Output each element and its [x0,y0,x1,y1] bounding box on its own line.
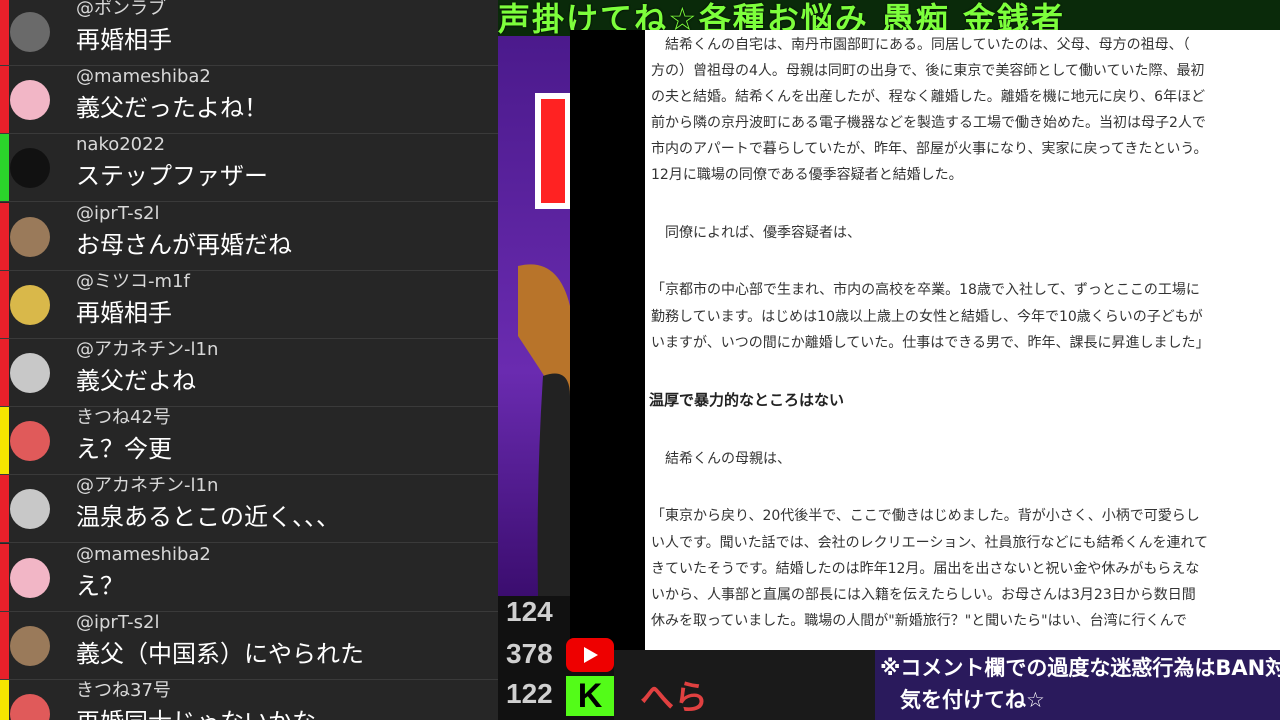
article-line: きていたそうです。結婚したのは昨年12月。届出を出さないと祝い金や休みがもらえな [651,561,1200,577]
chat-message-text: 温泉あるとこの近く、、、 [76,503,340,532]
article-line: 同僚によれば、優季容疑者は、 [665,225,861,241]
chat-message-text: 義父だよね [76,367,196,395]
chat-username[interactable]: @mameshiba2 [76,66,211,88]
streamer-art [518,93,570,596]
avatar[interactable] [10,12,50,52]
member-stripe [0,680,9,720]
avatar[interactable] [10,284,50,325]
chat-message[interactable]: きつね42号え？今更 [0,407,498,476]
chat-message-text: え？今更 [76,435,172,464]
member-stripe [0,270,9,338]
article-line: 結希くんの自宅は、南丹市園部町にある。同居していたのは、父母、母方の祖母、（ [665,37,1190,53]
hera-logo: へら [640,678,708,718]
avatar[interactable] [10,694,50,720]
chat-message-text: 義父（中国系）にやられた [76,639,364,668]
chat-message[interactable]: @mameshiba2 義父だったよね！ [0,66,498,135]
chat-message-text: え？ [76,571,124,600]
notice-line-1: ※コメント欄での過度な迷惑行為はBAN対象 [880,656,1280,680]
member-stripe [0,134,9,202]
youtube-icon [566,638,614,672]
chat-username[interactable]: @ミツコ-m1f [76,271,190,293]
youtube-viewer-count: 124 [506,596,553,627]
chat-message[interactable]: @mameshiba2 え？ [0,543,498,612]
avatar[interactable] [10,216,50,257]
avatar[interactable] [10,353,50,393]
avatar[interactable] [10,148,50,189]
member-stripe [0,407,9,475]
chat-panel: @ポンラブ 再婚相手 @mameshiba2 義父だったよね！ nako2022 ステップ… [0,0,498,720]
avatar[interactable] [10,557,50,598]
streamer-overlay [498,36,570,596]
video-black-strip [570,30,645,650]
chat-username[interactable]: @アカネチン-l1n [76,339,218,361]
chat-username[interactable]: @mameshiba2 [76,544,211,566]
article-line: 結希くんの母親は、 [665,451,791,467]
article-line: 勤務しています。はじめは10歳以上歳上の女性と結婚し、今年で10歳くらいの子ども… [651,309,1203,325]
chat-message[interactable]: @アカネチン-l1n 義父だよね [0,339,498,407]
avatar[interactable] [10,421,50,462]
article-line: の夫と結婚。結希くんを出産したが、程なく離婚した。離婚を機に地元に戻り、6年ほど [651,89,1206,105]
chat-username[interactable]: @アカネチン-l1n [76,475,218,497]
member-stripe [0,339,9,406]
article-line: いますが、いつの間にか離婚していた。仕事はできる男で、昨年、課長に昇進しました」 [651,335,1210,351]
article-line: 「京都市の中心部で生まれ、市内の高校を卒業。18歳で入社して、ずっとここの工場に [651,282,1200,298]
article-line: いから、人事部と直属の部長には入籍を伝えたらしい。お母さんは3月23日から数日間 [651,587,1196,603]
avatar[interactable] [10,625,50,666]
chat-username[interactable]: @iprT-s2l [76,203,160,225]
avatar[interactable] [10,80,50,121]
chat-message[interactable]: nako2022 ステップファザー [0,134,498,203]
member-stripe [0,202,9,270]
second-viewer-count: 378 [506,638,553,669]
chat-message-text: お母さんが再婚だね [76,230,292,259]
article-line: 前から隣の京丹波町にある電子機器などを製造する工場で働き始めた。当初は母子2人で [651,115,1206,131]
chat-message[interactable]: @iprT-s2l お母さんが再婚だね [0,202,498,271]
member-stripe [0,543,9,611]
chat-message-text: 再婚同士じゃないかな [76,706,316,720]
chat-message[interactable]: @ポンラブ再婚相手 [0,0,498,66]
avatar[interactable] [10,489,50,530]
chat-username[interactable]: @ポンラブ [76,0,166,20]
article-line: い人です。聞いた話では、会社のレクリエーション、社員旅行などにも結希くんを連れて [651,535,1209,551]
article-line: 「東京から戻り、20代後半で、ここで働きはじめました。背が小さく、小柄で可愛らし [651,508,1200,524]
chat-username[interactable]: きつね37号 [76,680,171,702]
notice-line-2: 気を付けてね☆ [900,688,1045,712]
chat-message[interactable]: @アカネチン-l1n 温泉あるとこの近く、、、 [0,475,498,544]
news-article[interactable]: 結希くんの自宅は、南丹市園部町にある。同居していたのは、父母、母方の祖母、（ 方の… [645,30,1280,650]
member-stripe [0,611,9,679]
kick-viewer-count: 122 [506,678,553,709]
article-line: 12月に職場の同僚である優季容疑者と結婚した。 [651,167,963,183]
chat-message-text: 義父だったよね！ [76,94,268,123]
article-line: 方の）曾祖母の4人。母親は同町の出身で、後に東京で美容師として働いていた際、最初 [651,63,1205,79]
article-line: 休みを取っていました。職場の人間が"新婚旅行？"と聞いたら"はい、台湾に行くんで [651,613,1187,629]
member-stripe [0,0,9,65]
member-stripe [0,66,9,134]
chat-message[interactable]: @iprT-s2l 義父（中国系）にやられた [0,611,498,680]
member-stripe [0,475,9,543]
chat-message[interactable]: きつね37号再婚同士じゃないかな [0,680,498,720]
article-line: 市内のアパートで暮らしていたが、昨年、部屋が火事になり、実家に戻ってきたという。 [651,141,1208,157]
chat-message-text: 再婚相手 [76,26,172,54]
chat-username[interactable]: きつね42号 [76,407,171,429]
chat-username[interactable]: @iprT-s2l [76,612,160,634]
chat-message[interactable]: @ミツコ-m1f 再婚相手 [0,270,498,339]
chat-username[interactable]: nako2022 [76,134,165,156]
kick-icon: K [566,676,614,716]
chat-message-text: ステップファザー [76,162,268,191]
article-heading: 温厚で暴力的なところはない [649,391,845,409]
chat-message-text: 再婚相手 [76,298,172,327]
